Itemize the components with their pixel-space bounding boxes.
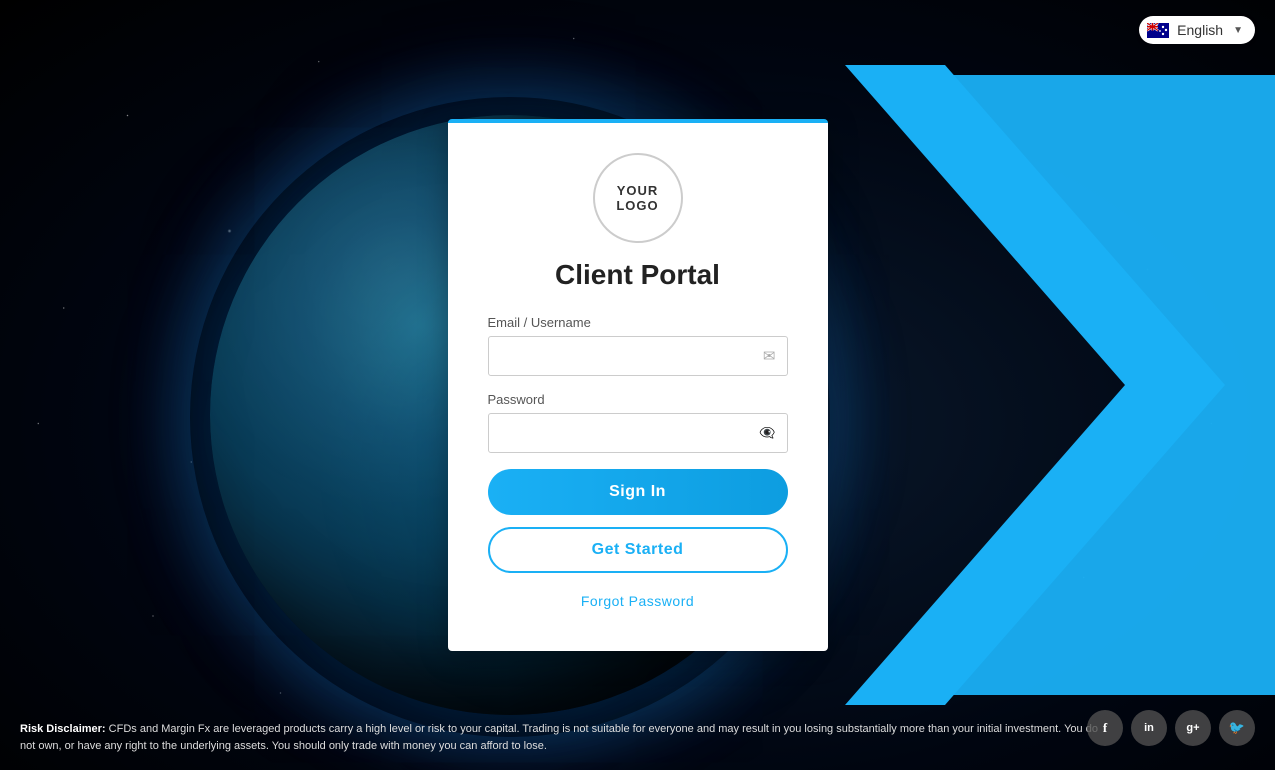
risk-disclaimer: Risk Disclaimer: CFDs and Margin Fx are …	[20, 721, 1115, 754]
facebook-button[interactable]: f	[1087, 710, 1123, 746]
email-label: Email / Username	[488, 315, 788, 330]
disclaimer-bold: Risk Disclaimer:	[20, 723, 106, 735]
facebook-icon: f	[1103, 720, 1107, 736]
language-selector[interactable]: English ▼	[1139, 16, 1255, 44]
twitter-icon: 🐦	[1229, 720, 1245, 736]
googleplus-icon: g+	[1186, 722, 1199, 734]
chevron-decoration	[855, 75, 1275, 695]
au-flag-icon	[1147, 23, 1169, 38]
forgot-password-link[interactable]: Forgot Password	[581, 593, 694, 609]
email-icon: ✉	[763, 347, 776, 365]
social-icons-container: f in g+ 🐦	[1087, 710, 1255, 746]
twitter-button[interactable]: 🐦	[1219, 710, 1255, 746]
password-label: Password	[488, 392, 788, 407]
eye-off-icon: 👁‍🗨	[759, 425, 775, 441]
logo-line1: YOUR	[617, 183, 659, 198]
logo-circle: YOUR LOGO	[593, 153, 683, 243]
email-input-wrapper: ✉	[488, 336, 788, 376]
getstarted-button[interactable]: Get Started	[488, 527, 788, 573]
password-input[interactable]	[488, 413, 788, 453]
portal-title: Client Portal	[488, 259, 788, 291]
email-input[interactable]	[488, 336, 788, 376]
logo-line2: LOGO	[616, 198, 658, 213]
language-label: English	[1177, 22, 1223, 38]
signin-button[interactable]: Sign In	[488, 469, 788, 515]
googleplus-button[interactable]: g+	[1175, 710, 1211, 746]
linkedin-icon: in	[1144, 722, 1154, 734]
linkedin-button[interactable]: in	[1131, 710, 1167, 746]
dropdown-chevron-icon: ▼	[1233, 25, 1243, 36]
disclaimer-text: CFDs and Margin Fx are leveraged product…	[20, 723, 1098, 752]
login-card: YOUR LOGO Client Portal Email / Username…	[448, 119, 828, 651]
password-input-wrapper: 👁‍🗨	[488, 413, 788, 453]
